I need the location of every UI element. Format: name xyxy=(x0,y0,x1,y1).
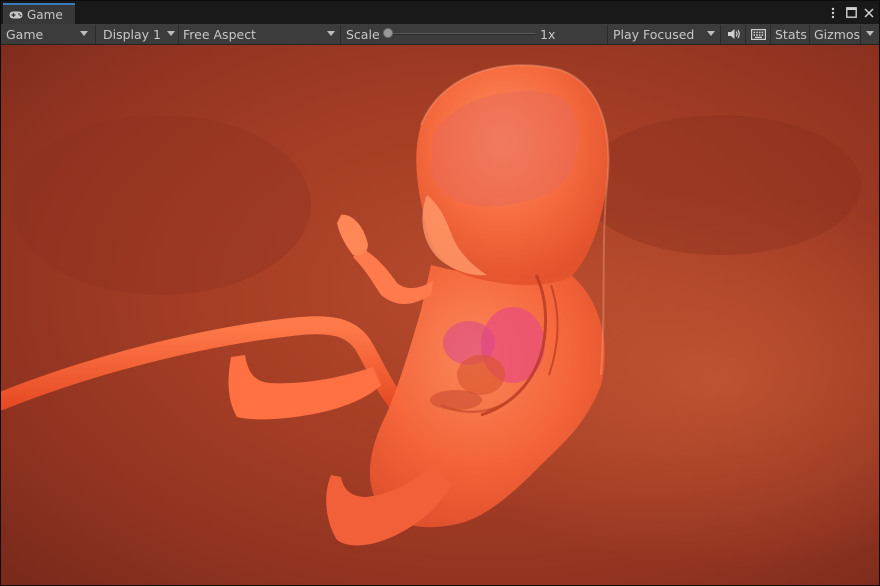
toolbar-divider xyxy=(860,25,861,44)
keyboard-shortcuts-button[interactable] xyxy=(749,24,767,44)
game-toolbar: Game Display 1 Free Aspect Scale 1x Play… xyxy=(1,24,879,45)
toolbar-divider xyxy=(95,25,96,44)
tab-game[interactable]: Game xyxy=(3,3,75,24)
play-mode-dropdown[interactable]: Play Focused xyxy=(613,24,719,44)
gamepad-icon xyxy=(9,11,23,18)
aspect-dropdown[interactable]: Free Aspect xyxy=(183,24,338,44)
scale-value: 1x xyxy=(540,24,555,44)
tab-bar: Game xyxy=(1,1,879,24)
keyboard-icon xyxy=(750,28,766,40)
window-controls xyxy=(827,4,875,21)
toolbar-divider xyxy=(770,25,771,44)
embryo-scene xyxy=(1,45,879,585)
scale-label: Scale xyxy=(346,24,380,44)
gizmos-button[interactable]: Gizmos xyxy=(814,24,860,44)
display-dropdown[interactable]: Display 1 xyxy=(103,24,177,44)
stats-button-label: Stats xyxy=(775,26,807,42)
toolbar-divider xyxy=(720,25,721,44)
tab-label: Game xyxy=(27,7,63,22)
display-dropdown-label: Display 1 xyxy=(103,26,162,42)
scale-slider-handle[interactable] xyxy=(383,28,393,38)
chevron-down-icon xyxy=(707,31,715,36)
toolbar-divider xyxy=(340,25,341,44)
stats-button[interactable]: Stats xyxy=(775,24,807,44)
scale-label-text: Scale xyxy=(346,26,380,42)
game-window: Game Game Display 1 Free Aspect Scale 1x… xyxy=(0,0,880,586)
toolbar-divider xyxy=(809,25,810,44)
close-icon[interactable] xyxy=(863,6,875,20)
chevron-down-icon xyxy=(327,31,335,36)
game-viewport[interactable] xyxy=(1,45,879,585)
kebab-menu-icon[interactable] xyxy=(827,6,839,20)
play-mode-dropdown-label: Play Focused xyxy=(613,26,695,42)
toolbar-divider xyxy=(178,25,179,44)
scale-slider-track[interactable] xyxy=(389,33,535,35)
toolbar-divider xyxy=(745,25,746,44)
chevron-down-icon xyxy=(167,31,175,36)
mode-dropdown-label: Game xyxy=(6,26,44,42)
chevron-down-icon xyxy=(80,31,88,36)
maximize-icon[interactable] xyxy=(845,6,857,20)
mute-audio-button[interactable] xyxy=(725,24,743,44)
gizmos-button-label: Gizmos xyxy=(814,26,861,42)
scale-value-text: 1x xyxy=(540,26,556,42)
toolbar-divider xyxy=(607,25,608,44)
speaker-icon xyxy=(728,29,740,39)
gizmos-menu-chevron-icon[interactable] xyxy=(866,31,874,36)
aspect-dropdown-label: Free Aspect xyxy=(183,26,256,42)
